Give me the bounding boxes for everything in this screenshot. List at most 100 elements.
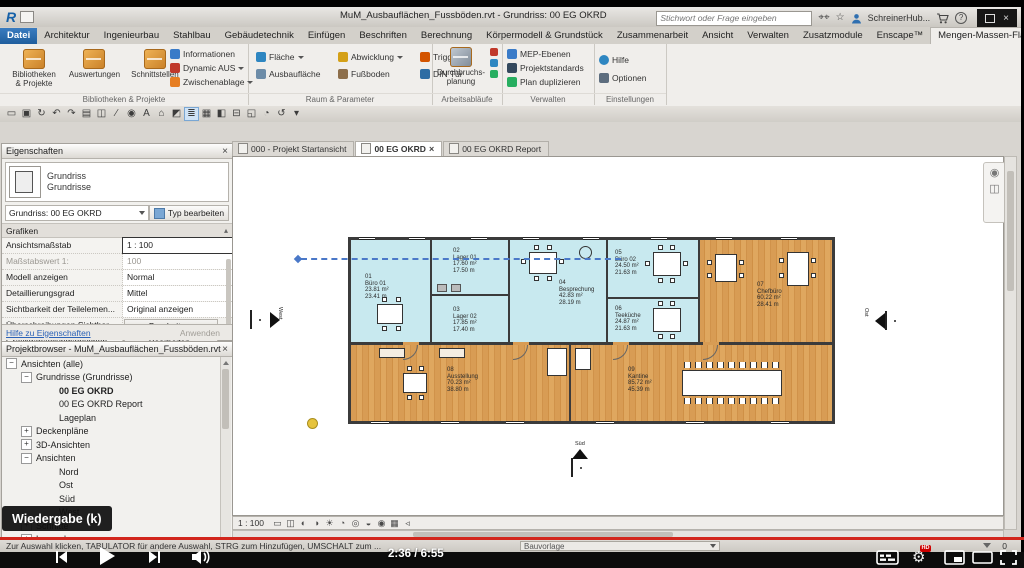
tree-item[interactable]: − Ansichten (alle) bbox=[2, 357, 232, 371]
ribbon-small-button[interactable]: Zwischenablage bbox=[168, 75, 253, 89]
view-scale[interactable]: 1 : 100 bbox=[238, 518, 264, 528]
room-kantine[interactable]: 09Kantine 85.72 m²45.39 m bbox=[570, 345, 832, 421]
elevation-marker-west[interactable]: West bbox=[250, 311, 252, 329]
view-tab[interactable]: 000 - Projekt Startansicht bbox=[232, 141, 354, 156]
search-binoculars-icon[interactable]: ⌖⌖ bbox=[818, 12, 829, 24]
window[interactable] bbox=[596, 421, 614, 424]
ribbon-small-button[interactable]: Informationen bbox=[168, 47, 253, 61]
ribbon-tab[interactable]: Gebäudetechnik bbox=[218, 28, 301, 44]
ribbon-tab[interactable]: Datei bbox=[0, 28, 37, 44]
tree-expander-icon[interactable] bbox=[46, 386, 55, 395]
window[interactable] bbox=[523, 237, 539, 240]
tree-expander-icon[interactable] bbox=[46, 413, 55, 422]
vertical-scrollbar[interactable] bbox=[1004, 156, 1017, 530]
window[interactable] bbox=[771, 421, 789, 424]
ribbon-small-button[interactable]: Hilfe bbox=[597, 51, 647, 69]
reference-grip-icon[interactable] bbox=[294, 255, 302, 263]
tree-item[interactable]: Ost bbox=[2, 479, 232, 493]
ribbon-tab[interactable]: Enscape™ bbox=[870, 28, 930, 44]
tree-expander-icon[interactable] bbox=[46, 400, 55, 409]
view-control-icon[interactable]: ◃ bbox=[401, 518, 414, 529]
panel-label[interactable]: Bibliotheken & Projekte bbox=[0, 93, 248, 105]
previous-button[interactable] bbox=[52, 549, 70, 568]
window[interactable] bbox=[506, 421, 524, 424]
window[interactable] bbox=[359, 237, 375, 240]
property-row[interactable]: Maßstabswert 1: 100 bbox=[2, 254, 232, 270]
qat-icon[interactable]: ▤ bbox=[79, 107, 94, 121]
qat-icon[interactable]: ◧ bbox=[214, 107, 229, 121]
filter-icon[interactable] bbox=[983, 543, 991, 548]
tree-expander-icon[interactable]: + bbox=[21, 439, 32, 450]
room-chefbuero[interactable]: 07Chefbüro 60.22 m²28.41 m bbox=[699, 240, 832, 342]
ribbon-small-button[interactable]: MEP-Ebenen bbox=[505, 47, 584, 61]
play-button[interactable] bbox=[96, 546, 118, 568]
view-tab[interactable]: 00 EG OKRD Report bbox=[443, 141, 549, 156]
chair-row-icon[interactable] bbox=[684, 362, 780, 368]
volume-icon[interactable] bbox=[190, 549, 212, 568]
room-ausstellung[interactable]: 08Ausstellung 70.23 m²38.80 m bbox=[351, 345, 570, 421]
ribbon-tab[interactable]: Einfügen bbox=[301, 28, 353, 44]
restore-window-icon[interactable] bbox=[985, 14, 995, 23]
window-menu-icon[interactable] bbox=[20, 11, 34, 23]
miniplayer-icon[interactable] bbox=[944, 550, 965, 568]
window[interactable] bbox=[781, 237, 797, 240]
window[interactable] bbox=[471, 237, 487, 240]
ribbon-tab[interactable]: Stahlbau bbox=[166, 28, 218, 44]
ribbon-tab[interactable]: Beschriften bbox=[352, 28, 414, 44]
elevation-marker-sued[interactable]: Süd bbox=[571, 459, 573, 477]
room-lager-01[interactable]: 02Lager 01 17.60 m²17.50 m bbox=[431, 240, 509, 295]
qat-icon[interactable]: ◔ bbox=[259, 107, 274, 121]
ribbon-big-button[interactable]: Bibliotheken& Projekte bbox=[6, 48, 62, 88]
ribbon-tab[interactable]: Berechnung bbox=[414, 28, 479, 44]
view-control-icon[interactable]: ◑ bbox=[310, 518, 323, 529]
ribbon-tab[interactable]: Zusatzmodule bbox=[796, 28, 870, 44]
elevation-marker-ost[interactable]: Ost bbox=[885, 312, 887, 330]
room-buero-02[interactable]: 05Büro 02 24.50 m²21.63 m bbox=[607, 240, 699, 298]
ribbon-tab[interactable]: Architektur bbox=[37, 28, 96, 44]
qat-icon[interactable]: ↺ bbox=[274, 107, 289, 121]
close-window-icon[interactable]: × bbox=[1003, 13, 1009, 24]
cart-icon[interactable] bbox=[936, 13, 949, 24]
revit-logo-icon[interactable]: R bbox=[6, 9, 16, 25]
account-name[interactable]: SchreinerHub... bbox=[868, 13, 931, 23]
tree-item[interactable]: Süd bbox=[2, 492, 232, 506]
close-icon[interactable]: × bbox=[222, 146, 228, 157]
tree-expander-icon[interactable] bbox=[46, 494, 55, 503]
ribbon-small-button[interactable]: Dynamic AUS bbox=[168, 61, 253, 75]
account-icon[interactable] bbox=[851, 13, 862, 24]
view-control-icon[interactable]: ☀ bbox=[323, 518, 336, 529]
workset-dropdown[interactable]: Bauvorlage bbox=[520, 541, 720, 551]
tree-expander-icon[interactable] bbox=[46, 467, 55, 476]
survey-point-icon[interactable] bbox=[307, 418, 318, 429]
qat-icon[interactable]: A bbox=[139, 107, 154, 121]
qat-icon[interactable]: ▦ bbox=[199, 107, 214, 121]
properties-scrollbar[interactable] bbox=[226, 259, 231, 329]
view-control-icon[interactable]: ▦ bbox=[388, 518, 401, 529]
type-dropdown[interactable]: Grundriss: 00 EG OKRD bbox=[5, 205, 149, 221]
close-icon[interactable]: × bbox=[222, 344, 228, 355]
qat-icon[interactable]: ∕ bbox=[109, 107, 124, 121]
mini-icon-red[interactable] bbox=[490, 48, 498, 56]
qat-icon[interactable]: ↻ bbox=[34, 107, 49, 121]
theater-mode-icon[interactable] bbox=[972, 551, 993, 568]
qat-icon[interactable]: ▾ bbox=[289, 107, 304, 121]
fullscreen-icon[interactable] bbox=[1000, 550, 1017, 568]
property-row[interactable]: Ansichtsmaßstab 1 : 100 bbox=[2, 238, 232, 254]
window[interactable] bbox=[716, 237, 732, 240]
qat-icon[interactable]: ↷ bbox=[64, 107, 79, 121]
qat-icon[interactable]: ⊟ bbox=[229, 107, 244, 121]
search-input[interactable] bbox=[656, 11, 812, 26]
tree-expander-icon[interactable]: − bbox=[21, 372, 32, 383]
ribbon-tab[interactable]: Zusammenarbeit bbox=[610, 28, 695, 44]
steering-wheel-icon[interactable]: ◉ bbox=[990, 168, 1000, 178]
qat-icon[interactable]: ◉ bbox=[124, 107, 139, 121]
help-icon[interactable]: ? bbox=[955, 12, 967, 24]
type-selector[interactable]: Grundriss Grundrisse bbox=[5, 162, 229, 202]
view-control-icon[interactable]: ◎ bbox=[349, 518, 362, 529]
scroll-up-icon[interactable] bbox=[223, 361, 229, 365]
next-button[interactable] bbox=[146, 549, 164, 568]
properties-help-link[interactable]: Hilfe zu Eigenschaften bbox=[6, 328, 91, 338]
window[interactable] bbox=[651, 237, 667, 240]
ribbon-tab[interactable]: Ingenieurbau bbox=[97, 28, 166, 44]
tree-item[interactable]: − Grundrisse (Grundrisse) bbox=[2, 371, 232, 385]
